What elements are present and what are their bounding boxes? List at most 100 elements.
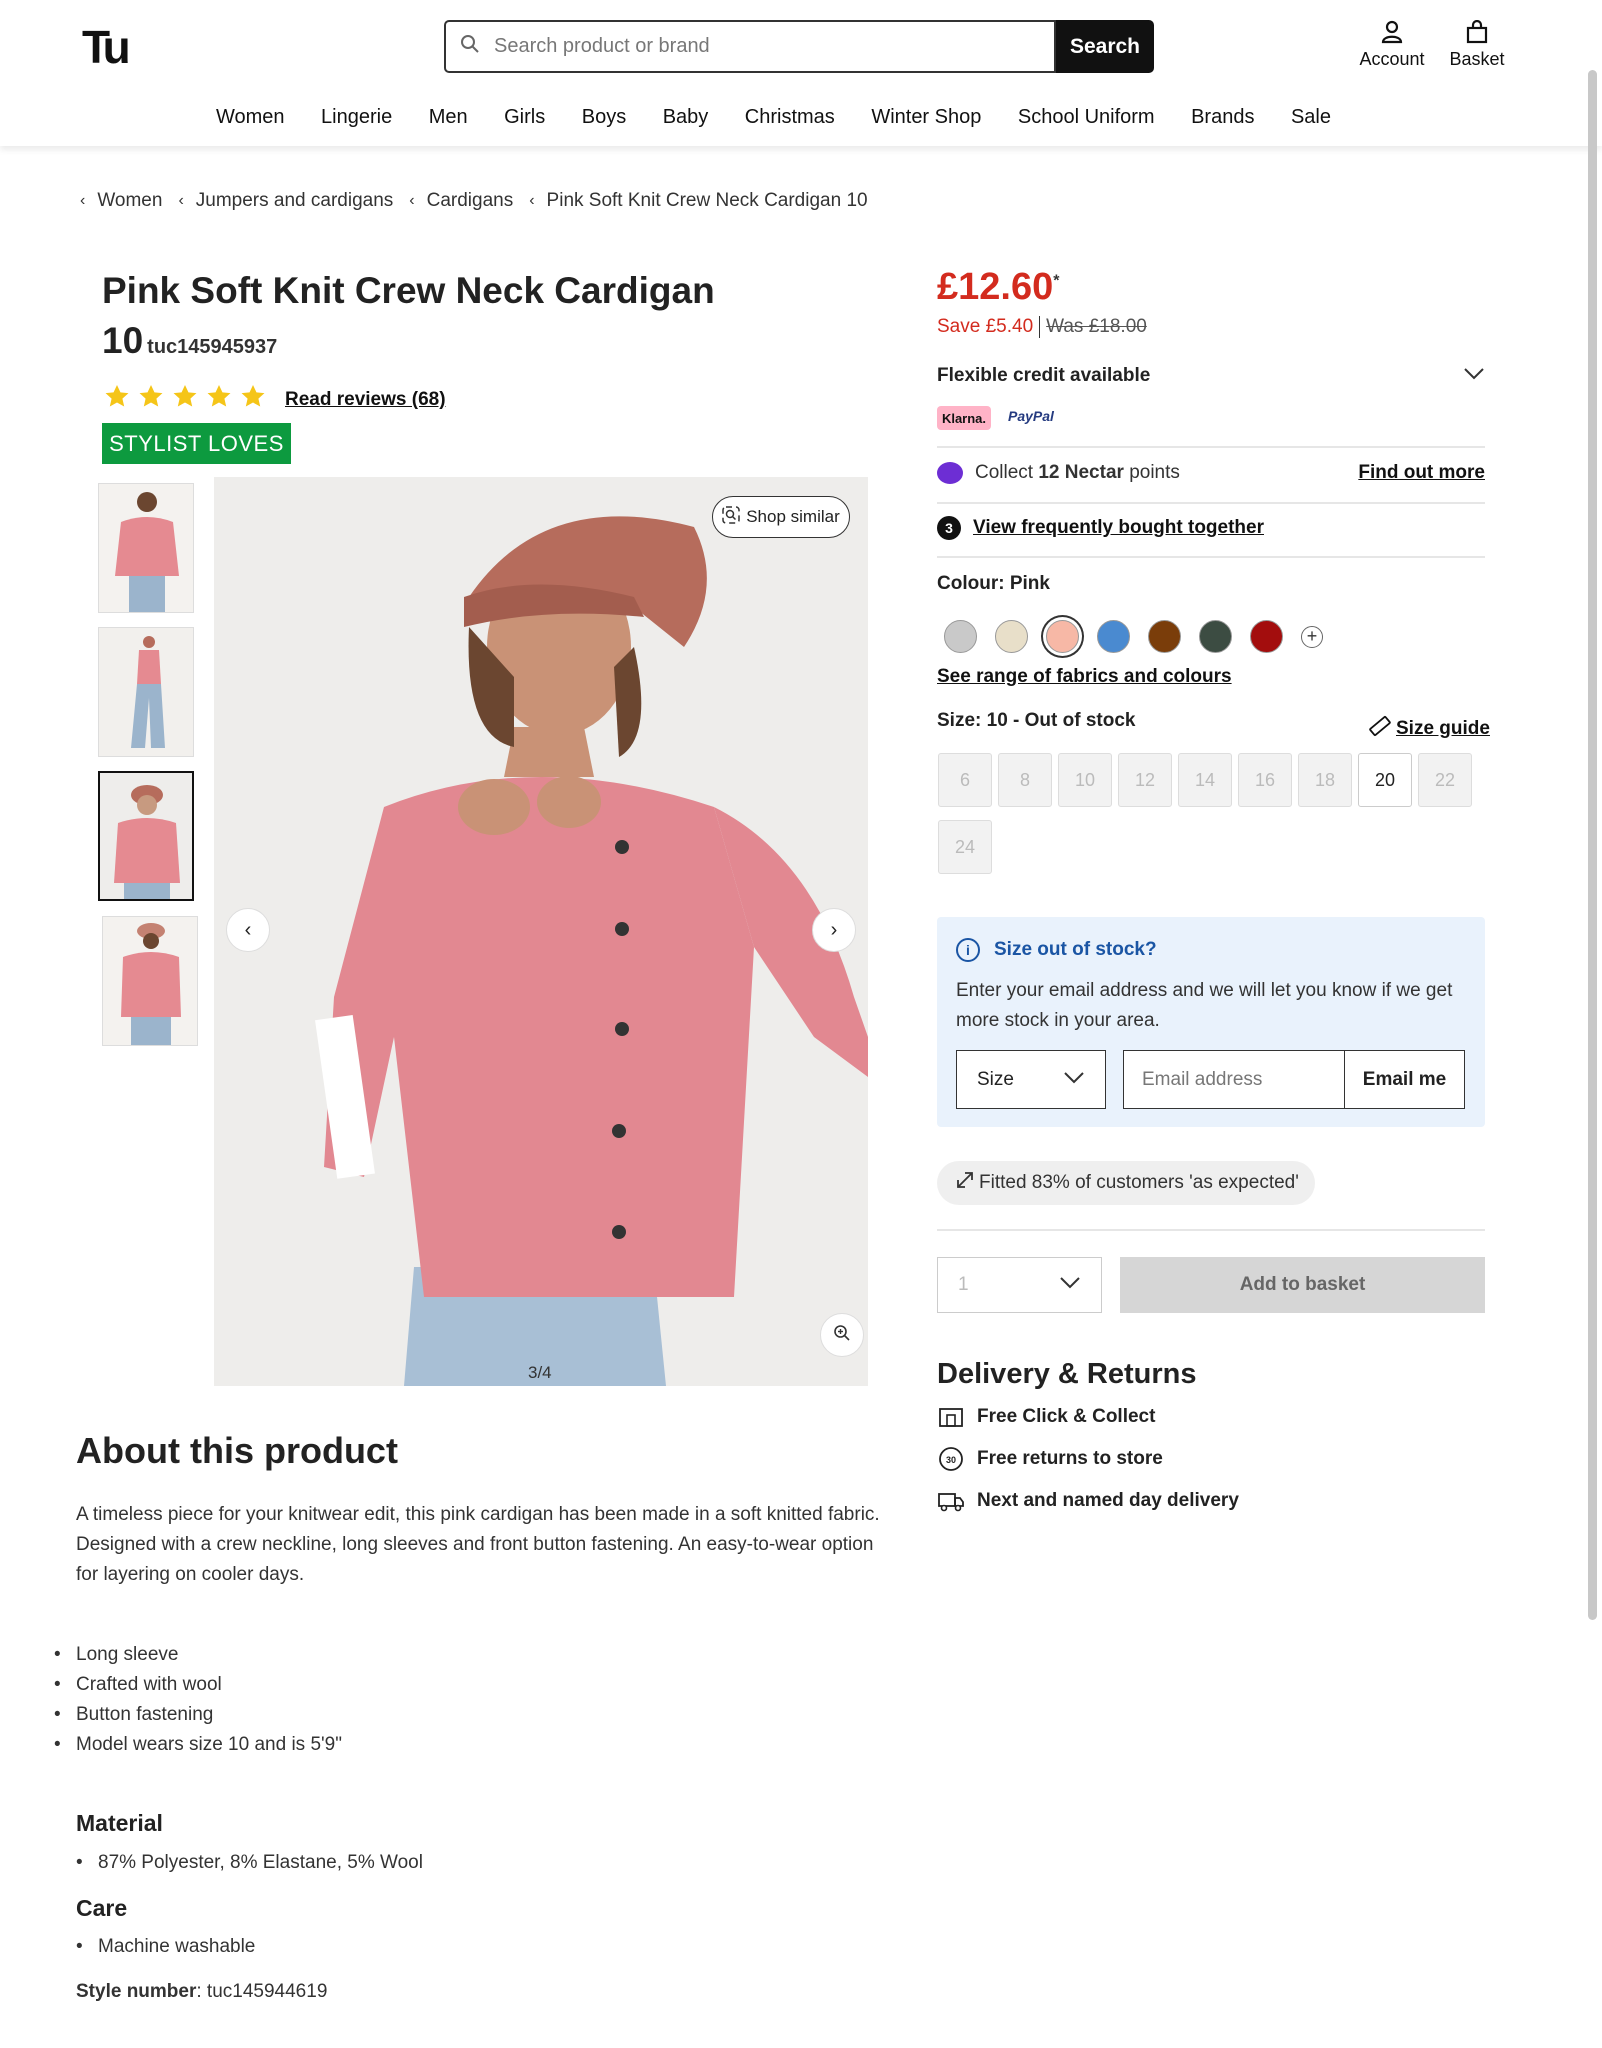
frequently-bought-link[interactable]: 3 View frequently bought together	[937, 516, 1264, 540]
size-option-12[interactable]: 12	[1118, 753, 1172, 807]
nav-item-school-uniform[interactable]: School Uniform	[1018, 106, 1155, 129]
search-icon	[460, 34, 480, 59]
tu-logo[interactable]: Tu	[82, 20, 131, 74]
colour-swatch-grey[interactable]	[944, 620, 977, 653]
nav-item-brands[interactable]: Brands	[1191, 106, 1254, 129]
account-link[interactable]: Account	[1356, 20, 1428, 70]
size-option-6[interactable]: 6	[938, 753, 992, 807]
email-input[interactable]	[1142, 1068, 1332, 1091]
size-option-18[interactable]: 18	[1298, 753, 1352, 807]
size-option-24[interactable]: 24	[938, 820, 992, 874]
breadcrumb-item-current[interactable]: ‹ Pink Soft Knit Crew Neck Cardigan 10	[529, 190, 867, 212]
thumbnail-1[interactable]	[98, 483, 194, 613]
model-photo	[214, 477, 868, 1386]
size-option-14[interactable]: 14	[1178, 753, 1232, 807]
product-main-image[interactable]	[214, 477, 868, 1386]
size-option-8[interactable]: 8	[998, 753, 1052, 807]
more-colours-button[interactable]: +	[1301, 625, 1323, 648]
expand-arrows-icon	[955, 1170, 975, 1196]
quantity-select[interactable]: 1	[937, 1257, 1102, 1313]
image-prev-button[interactable]: ‹	[226, 908, 270, 952]
nav-item-winter-shop[interactable]: Winter Shop	[871, 106, 981, 129]
star-icon	[173, 385, 197, 407]
size-option-20[interactable]: 20	[1358, 753, 1412, 807]
thumbnail-image	[99, 628, 193, 756]
shop-similar-label: Shop similar	[746, 507, 840, 526]
klarna-logo: Klarna.	[937, 406, 991, 430]
nav-item-men[interactable]: Men	[429, 106, 468, 129]
style-number-value: : tuc145944619	[196, 1981, 328, 2002]
email-me-button[interactable]: Email me	[1344, 1050, 1465, 1109]
colour-swatch-pink[interactable]	[1046, 620, 1079, 653]
breadcrumb-label: Women	[97, 190, 163, 211]
find-out-more-link[interactable]: Find out more	[1358, 462, 1485, 484]
size-option-22[interactable]: 22	[1418, 753, 1472, 807]
colour-swatch-blue[interactable]	[1097, 620, 1130, 653]
notify-size-select[interactable]: Size	[956, 1050, 1106, 1109]
search-box[interactable]	[444, 20, 1056, 73]
colour-swatch-red[interactable]	[1250, 620, 1283, 653]
thumbnail-3[interactable]	[98, 771, 194, 901]
page-scrollbar[interactable]	[1588, 70, 1597, 1620]
shop-similar-button[interactable]: Shop similar	[712, 496, 850, 538]
add-to-basket-button[interactable]: Add to basket	[1120, 1257, 1485, 1313]
ruler-icon	[1368, 714, 1392, 744]
price-value: £12.60	[937, 266, 1054, 308]
breadcrumb-label: Pink Soft Knit Crew Neck Cardigan 10	[546, 190, 868, 211]
colour-swatch-oatmeal[interactable]	[995, 620, 1028, 653]
nav-item-lingerie[interactable]: Lingerie	[321, 106, 392, 129]
zoom-in-icon	[833, 1324, 851, 1347]
breadcrumb-item-jumpers[interactable]: ‹ Jumpers and cardigans	[178, 190, 393, 212]
chevron-down-icon	[1463, 365, 1485, 387]
chevron-left-icon: ‹	[178, 192, 184, 209]
breadcrumb-label: Cardigans	[426, 190, 514, 211]
feature-item: Model wears size 10 and is 5'9"	[76, 1730, 342, 1760]
delivery-item-label: Free Click & Collect	[977, 1406, 1156, 1427]
basket-link[interactable]: Basket	[1446, 19, 1508, 70]
nav-item-sale[interactable]: Sale	[1291, 106, 1331, 129]
size-option-16[interactable]: 16	[1238, 753, 1292, 807]
size-guide-link[interactable]: Size guide	[1368, 714, 1490, 744]
product-title: Pink Soft Knit Crew Neck Cardigan 10 tuc1…	[102, 266, 742, 372]
colour-swatch-brown[interactable]	[1148, 620, 1181, 653]
read-reviews-link[interactable]: Read reviews (68)	[285, 389, 446, 411]
stylist-loves-badge: STYLIST LOVES	[102, 423, 291, 464]
credit-label: Flexible credit available	[937, 365, 1151, 386]
nav-item-boys[interactable]: Boys	[582, 106, 626, 129]
basket-label: Basket	[1449, 49, 1505, 69]
star-icon	[139, 385, 163, 407]
feature-item: Crafted with wool	[76, 1670, 342, 1700]
chevron-down-icon	[1059, 1274, 1081, 1296]
zoom-button[interactable]	[820, 1313, 864, 1357]
size-option-10[interactable]: 10	[1058, 753, 1112, 807]
returns-icon-text: 30	[946, 1455, 956, 1465]
notify-email-field[interactable]	[1123, 1050, 1344, 1109]
delivery-item-label: Free returns to store	[977, 1448, 1163, 1469]
thumbnail-image	[99, 484, 193, 612]
thumbnail-4[interactable]	[102, 916, 198, 1046]
price-asterisk: *	[1053, 272, 1060, 290]
see-range-link[interactable]: See range of fabrics and colours	[937, 666, 1232, 688]
nav-item-baby[interactable]: Baby	[663, 106, 709, 129]
quantity-value: 1	[958, 1274, 969, 1295]
nav-item-girls[interactable]: Girls	[504, 106, 545, 129]
chevron-left-icon: ‹	[529, 192, 535, 209]
out-of-stock-description: Enter your email address and we will let…	[956, 980, 1453, 1031]
thumbnail-2[interactable]	[98, 627, 194, 757]
image-next-button[interactable]: ›	[812, 908, 856, 952]
colour-swatches: +	[944, 620, 1323, 653]
frequently-count-badge: 3	[937, 516, 961, 540]
nav-item-women[interactable]: Women	[216, 106, 285, 129]
colour-swatch-green[interactable]	[1199, 620, 1232, 653]
main-nav: Women Lingerie Men Girls Boys Baby Chris…	[216, 106, 1368, 129]
flexible-credit-toggle[interactable]: Flexible credit available	[937, 365, 1485, 387]
search-input[interactable]	[494, 35, 1034, 58]
nav-item-christmas[interactable]: Christmas	[745, 106, 835, 129]
returns-30-icon: 30	[937, 1447, 965, 1471]
breadcrumb-item-women[interactable]: ‹ Women	[80, 190, 162, 212]
nectar-icon	[937, 462, 963, 484]
feature-item: Long sleeve	[76, 1640, 342, 1670]
search-button[interactable]: Search	[1056, 20, 1154, 73]
breadcrumb-item-cardigans[interactable]: ‹ Cardigans	[409, 190, 513, 212]
fit-rating-text: Fitted 83% of customers 'as expected'	[979, 1172, 1299, 1193]
